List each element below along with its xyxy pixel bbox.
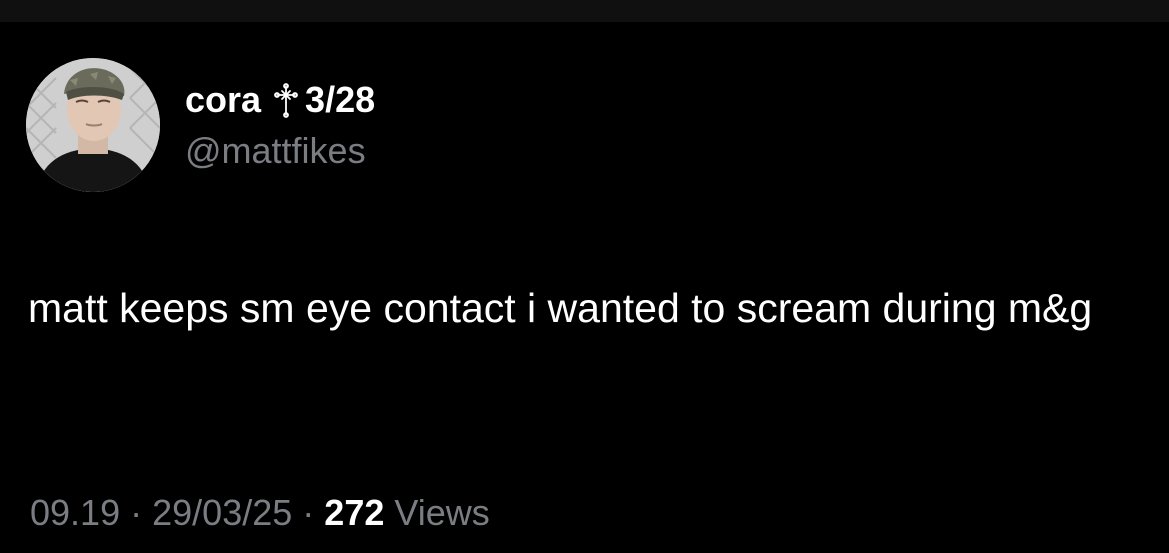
views-count[interactable]: 272	[324, 492, 384, 533]
tweet-time[interactable]: 09.19	[30, 492, 120, 533]
user-handle[interactable]: @mattfikes	[185, 129, 366, 173]
tweet-date[interactable]: 29/03/25	[152, 492, 292, 533]
tweet-card[interactable]: cora 3/28 @mattfikes matt keeps sm eye c…	[0, 22, 1169, 553]
author-name-row[interactable]: cora 3/28	[185, 78, 375, 122]
avatar[interactable]	[26, 58, 160, 192]
tweet-metadata: 09.19 · 29/03/25 · 272 Views	[30, 490, 490, 536]
views-label[interactable]: Views	[394, 492, 489, 533]
avatar-image	[26, 58, 160, 192]
display-name[interactable]: cora	[185, 79, 261, 121]
meta-separator: ·	[130, 492, 143, 533]
tweet-text: matt keeps sm eye contact i wanted to sc…	[28, 285, 1093, 331]
top-bar	[0, 0, 1169, 22]
name-suffix: 3/28	[305, 79, 376, 120]
meta-separator: ·	[302, 492, 315, 533]
cross-icon	[273, 82, 299, 118]
